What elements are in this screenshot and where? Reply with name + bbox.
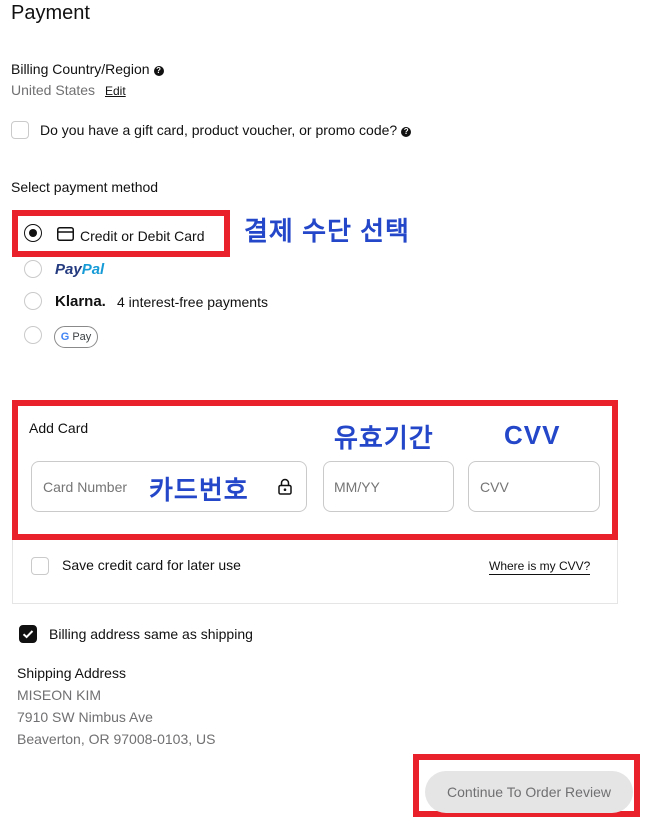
klarna-logo: Klarna. xyxy=(55,293,106,310)
expiry-placeholder: MM/YY xyxy=(334,479,380,495)
radio-google-pay[interactable] xyxy=(24,326,42,344)
radio-klarna[interactable] xyxy=(24,292,42,310)
add-card-heading: Add Card xyxy=(29,420,89,436)
continue-button[interactable]: Continue To Order Review xyxy=(425,771,633,813)
billing-same-checkbox[interactable] xyxy=(19,625,37,643)
shipping-street: 7910 SW Nimbus Ave xyxy=(17,709,153,725)
radio-paypal[interactable] xyxy=(24,260,42,278)
radio-credit-card[interactable] xyxy=(24,224,42,242)
klarna-description: 4 interest-free payments xyxy=(117,294,268,310)
credit-card-label: Credit or Debit Card xyxy=(80,228,205,244)
billing-country-value: United States xyxy=(11,82,96,98)
annotation-cvv: CVV xyxy=(504,420,561,450)
gift-card-label: Do you have a gift card, product voucher… xyxy=(40,122,398,138)
help-icon[interactable]: ? xyxy=(401,127,412,137)
cvv-placeholder: CVV xyxy=(480,479,509,495)
shipping-address-heading: Shipping Address xyxy=(17,665,126,681)
save-card-label: Save credit card for later use xyxy=(62,557,241,573)
where-is-cvv-link[interactable]: Where is my CVV? xyxy=(489,559,591,575)
lock-icon xyxy=(278,478,292,500)
annotation-expiry: 유효기간 xyxy=(334,423,434,453)
save-card-checkbox[interactable] xyxy=(31,557,49,575)
billing-country-heading: Billing Country/Region? xyxy=(11,61,164,77)
card-icon xyxy=(57,227,74,246)
annotation-payment-method: 결제 수단 선택 xyxy=(244,216,410,246)
gift-card-row: Do you have a gift card, product voucher… xyxy=(40,122,412,138)
google-pay-logo: G Pay xyxy=(54,326,98,348)
help-icon[interactable]: ? xyxy=(153,66,164,76)
shipping-city: Beaverton, OR 97008-0103, US xyxy=(17,731,216,747)
shipping-name: MISEON KIM xyxy=(17,687,102,703)
google-pay-text: Pay xyxy=(72,331,92,343)
paypal-logo: PayPal xyxy=(55,261,104,278)
google-pay-g: G xyxy=(60,331,70,343)
check-icon xyxy=(22,630,34,639)
annotation-card-number: 카드번호 xyxy=(149,475,249,505)
paypal-logo-pay: Pay xyxy=(55,261,82,278)
page-title: Payment xyxy=(11,2,90,24)
card-number-placeholder: Card Number xyxy=(43,479,128,495)
billing-same-label: Billing address same as shipping xyxy=(49,626,253,642)
paypal-logo-pal: Pal xyxy=(81,261,105,278)
edit-country-link[interactable]: Edit xyxy=(105,84,126,98)
gift-card-checkbox[interactable] xyxy=(11,121,29,139)
payment-method-heading: Select payment method xyxy=(11,179,159,195)
billing-country-label: Billing Country/Region xyxy=(11,61,150,77)
